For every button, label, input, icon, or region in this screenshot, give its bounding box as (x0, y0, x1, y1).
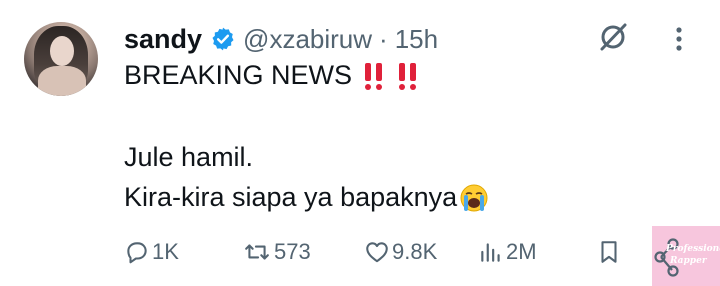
tweet-header: sandy @xzabiruw · 15h (124, 20, 438, 58)
grok-icon[interactable] (596, 20, 630, 54)
like-count: 9.8K (392, 239, 438, 264)
reply-button[interactable]: 1K (124, 232, 179, 272)
separator-dot: · (379, 23, 388, 54)
post-text-line-1: BREAKING NEWS (124, 60, 420, 91)
views-button[interactable]: 2M (478, 232, 537, 272)
tweet[interactable]: sandy @xzabiruw · 15h BREAKING NEWS Jule… (0, 0, 720, 286)
double-exclamation-icon-2 (399, 62, 417, 90)
like-button[interactable]: 9.8K (364, 232, 437, 272)
reply-icon (127, 242, 147, 264)
heart-icon (366, 242, 388, 263)
post-text-line-2: Jule hamil. (124, 142, 254, 172)
loudly-crying-face-icon (460, 184, 488, 211)
user-handle[interactable]: @xzabiruw (243, 24, 372, 55)
repost-icon (245, 244, 269, 260)
action-bar: 1K 573 9.8K 2M (124, 232, 720, 272)
verified-badge-icon (212, 27, 234, 51)
double-exclamation-icon (365, 62, 383, 90)
more-options-icon[interactable] (664, 22, 694, 56)
bookmark-button[interactable] (596, 232, 622, 272)
watermark-line-2: Rapper (670, 256, 707, 266)
post-text-question: Kira-kira siapa ya bapaknya (124, 182, 458, 212)
avatar-body (38, 66, 86, 96)
repost-button[interactable]: 573 (242, 232, 311, 272)
avatar-face (50, 36, 74, 66)
views-count: 2M (506, 239, 537, 264)
views-chart-icon (481, 243, 500, 262)
post-text-line-3: Kira-kira siapa ya bapaknya (124, 182, 489, 213)
reply-count: 1K (152, 239, 179, 264)
watermark: Professional Rapper (652, 226, 720, 286)
watermark-line-1: Professional (666, 244, 720, 254)
display-name[interactable]: sandy (124, 24, 202, 55)
avatar[interactable] (24, 22, 98, 96)
bookmark-icon (601, 241, 617, 263)
post-time[interactable]: 15h (395, 24, 438, 55)
post-text-breaking: BREAKING NEWS (124, 60, 353, 90)
repost-count: 573 (274, 239, 311, 264)
